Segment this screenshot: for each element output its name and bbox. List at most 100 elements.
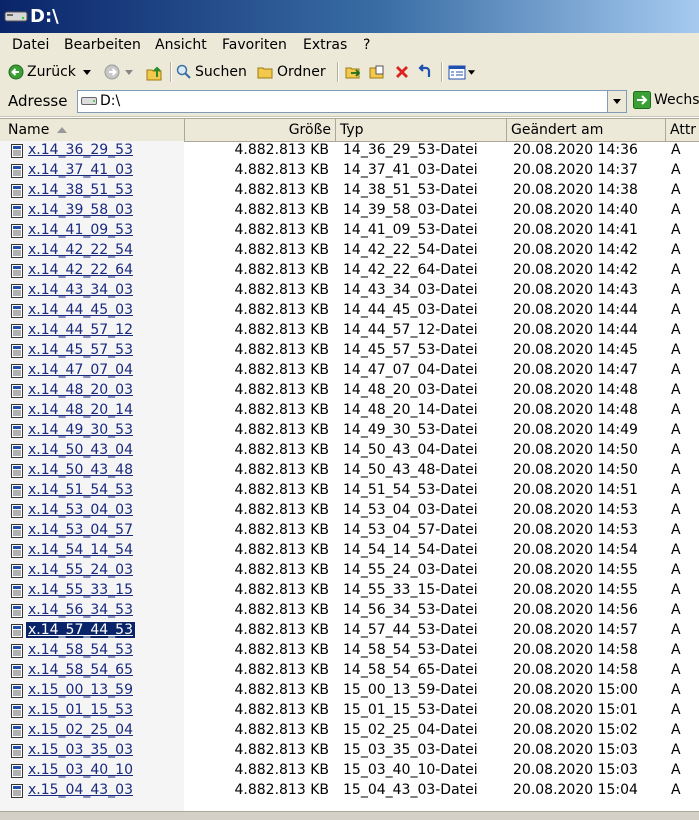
folders-button[interactable]: Ordner [257,62,326,82]
file-row[interactable]: x.14_55_24_03 4.882.813 KB 14_55_24_03-D… [0,561,699,581]
file-name[interactable]: x.15_02_25_04 [26,722,135,738]
file-name[interactable]: x.14_54_14_54 [26,542,135,558]
file-name[interactable]: x.14_36_29_53 [26,142,135,158]
file-row[interactable]: x.14_48_20_03 4.882.813 KB 14_48_20_03-D… [0,381,699,401]
file-row[interactable]: x.14_44_57_12 4.882.813 KB 14_44_57_12-D… [0,321,699,341]
file-icon [11,464,23,478]
file-name[interactable]: x.14_56_34_53 [26,602,135,618]
menu-help[interactable]: ? [363,37,370,53]
file-name[interactable]: x.14_51_54_53 [26,482,135,498]
file-name[interactable]: x.14_41_09_53 [26,222,135,238]
file-row[interactable]: x.14_50_43_04 4.882.813 KB 14_50_43_04-D… [0,441,699,461]
file-row[interactable]: x.15_03_35_03 4.882.813 KB 15_03_35_03-D… [0,741,699,761]
file-name[interactable]: x.14_55_24_03 [26,562,135,578]
file-type: 14_53_04_03-Datei [343,502,478,518]
file-row[interactable]: x.14_54_14_54 4.882.813 KB 14_54_14_54-D… [0,541,699,561]
column-header-type[interactable]: Typ [336,119,507,141]
file-row[interactable]: x.14_53_04_57 4.882.813 KB 14_53_04_57-D… [0,521,699,541]
go-button[interactable]: Wechs [633,91,699,109]
file-row[interactable]: x.14_55_33_15 4.882.813 KB 14_55_33_15-D… [0,581,699,601]
file-name[interactable]: x.14_42_22_54 [26,242,135,258]
search-button[interactable]: Suchen [176,62,247,82]
menu-datei[interactable]: Datei [12,37,49,53]
menu-extras[interactable]: Extras [303,37,347,53]
file-name[interactable]: x.14_49_30_53 [26,422,135,438]
file-name[interactable]: x.14_58_54_53 [26,642,135,658]
forward-button[interactable] [104,62,134,82]
file-name[interactable]: x.14_37_41_03 [26,162,135,178]
file-row[interactable]: x.14_43_34_03 4.882.813 KB 14_43_34_03-D… [0,281,699,301]
file-row[interactable]: x.14_36_29_53 4.882.813 KB 14_36_29_53-D… [0,141,699,161]
file-name[interactable]: x.14_48_20_03 [26,382,135,398]
file-row[interactable]: x.14_47_07_04 4.882.813 KB 14_47_07_04-D… [0,361,699,381]
file-name[interactable]: x.14_58_54_65 [26,662,135,678]
file-name[interactable]: x.14_48_20_14 [26,402,135,418]
file-name[interactable]: x.14_57_44_53 [25,621,136,639]
file-name[interactable]: x.15_00_13_59 [26,682,135,698]
file-row[interactable]: x.14_56_34_53 4.882.813 KB 14_56_34_53-D… [0,601,699,621]
file-row[interactable]: x.15_03_40_10 4.882.813 KB 15_03_40_10-D… [0,761,699,781]
file-row[interactable]: x.14_44_45_03 4.882.813 KB 14_44_45_03-D… [0,301,699,321]
file-name[interactable]: x.15_03_35_03 [26,742,135,758]
file-attributes: A [671,482,681,498]
file-row[interactable]: x.14_51_54_53 4.882.813 KB 14_51_54_53-D… [0,481,699,501]
undo-button[interactable] [417,62,433,82]
file-row[interactable]: x.14_42_22_54 4.882.813 KB 14_42_22_54-D… [0,241,699,261]
file-row[interactable]: x.14_37_41_03 4.882.813 KB 14_37_41_03-D… [0,161,699,181]
views-button[interactable] [448,62,476,82]
file-name[interactable]: x.14_55_33_15 [26,582,135,598]
file-row[interactable]: x.14_42_22_64 4.882.813 KB 14_42_22_64-D… [0,261,699,281]
file-name[interactable]: x.14_50_43_04 [26,442,135,458]
file-row[interactable]: x.14_57_44_53 4.882.813 KB 14_57_44_53-D… [0,621,699,641]
column-header-size[interactable]: Größe [185,119,336,141]
file-row[interactable]: x.14_58_54_53 4.882.813 KB 14_58_54_53-D… [0,641,699,661]
file-name[interactable]: x.14_38_51_53 [26,182,135,198]
file-size: 4.882.813 KB [234,362,330,378]
file-size: 4.882.813 KB [234,662,330,678]
file-name[interactable]: x.14_39_58_03 [26,202,135,218]
menu-ansicht[interactable]: Ansicht [155,37,207,53]
file-row[interactable]: x.15_00_13_59 4.882.813 KB 15_00_13_59-D… [0,681,699,701]
file-size: 4.882.813 KB [234,382,330,398]
up-folder-button[interactable] [146,62,163,82]
file-row[interactable]: x.15_04_43_03 4.882.813 KB 15_04_43_03-D… [0,781,699,801]
file-name[interactable]: x.14_53_04_03 [26,502,135,518]
file-row[interactable]: x.14_38_51_53 4.882.813 KB 14_38_51_53-D… [0,181,699,201]
file-row[interactable]: x.15_02_25_04 4.882.813 KB 15_02_25_04-D… [0,721,699,741]
menu-bearbeiten[interactable]: Bearbeiten [64,37,141,53]
column-header-attributes[interactable]: Attr [666,119,699,141]
file-row[interactable]: x.14_49_30_53 4.882.813 KB 14_49_30_53-D… [0,421,699,441]
file-row[interactable]: x.14_53_04_03 4.882.813 KB 14_53_04_03-D… [0,501,699,521]
copy-to-button[interactable] [369,62,386,82]
file-row[interactable]: x.14_45_57_53 4.882.813 KB 14_45_57_53-D… [0,341,699,361]
file-name[interactable]: x.14_43_34_03 [26,282,135,298]
file-name[interactable]: x.14_44_45_03 [26,302,135,318]
delete-button[interactable] [394,62,410,82]
chevron-down-icon[interactable] [82,68,92,76]
file-attributes: A [671,362,681,378]
chevron-down-icon[interactable] [124,68,134,76]
file-name[interactable]: x.14_50_43_48 [26,462,135,478]
column-header-name[interactable]: Name [4,119,185,141]
address-input[interactable]: D:\ [77,90,627,113]
column-header-modified[interactable]: Geändert am [507,119,666,141]
menu-favoriten[interactable]: Favoriten [222,37,287,53]
file-name[interactable]: x.15_04_43_03 [26,782,135,798]
file-name[interactable]: x.14_42_22_64 [26,262,135,278]
file-row[interactable]: x.14_39_58_03 4.882.813 KB 14_39_58_03-D… [0,201,699,221]
file-name[interactable]: x.14_44_57_12 [26,322,135,338]
title-bar[interactable]: D:\ [0,0,699,33]
move-to-button[interactable] [345,62,362,82]
address-dropdown-button[interactable] [607,91,626,112]
back-button[interactable]: Zurück [8,62,92,82]
file-row[interactable]: x.14_58_54_65 4.882.813 KB 14_58_54_65-D… [0,661,699,681]
file-name[interactable]: x.14_45_57_53 [26,342,135,358]
file-name[interactable]: x.14_53_04_57 [26,522,135,538]
file-name[interactable]: x.15_01_15_53 [26,702,135,718]
file-row[interactable]: x.14_50_43_48 4.882.813 KB 14_50_43_48-D… [0,461,699,481]
file-row[interactable]: x.15_01_15_53 4.882.813 KB 15_01_15_53-D… [0,701,699,721]
file-row[interactable]: x.14_41_09_53 4.882.813 KB 14_41_09_53-D… [0,221,699,241]
file-name[interactable]: x.14_47_07_04 [26,362,135,378]
file-name[interactable]: x.15_03_40_10 [26,762,135,778]
file-row[interactable]: x.14_48_20_14 4.882.813 KB 14_48_20_14-D… [0,401,699,421]
